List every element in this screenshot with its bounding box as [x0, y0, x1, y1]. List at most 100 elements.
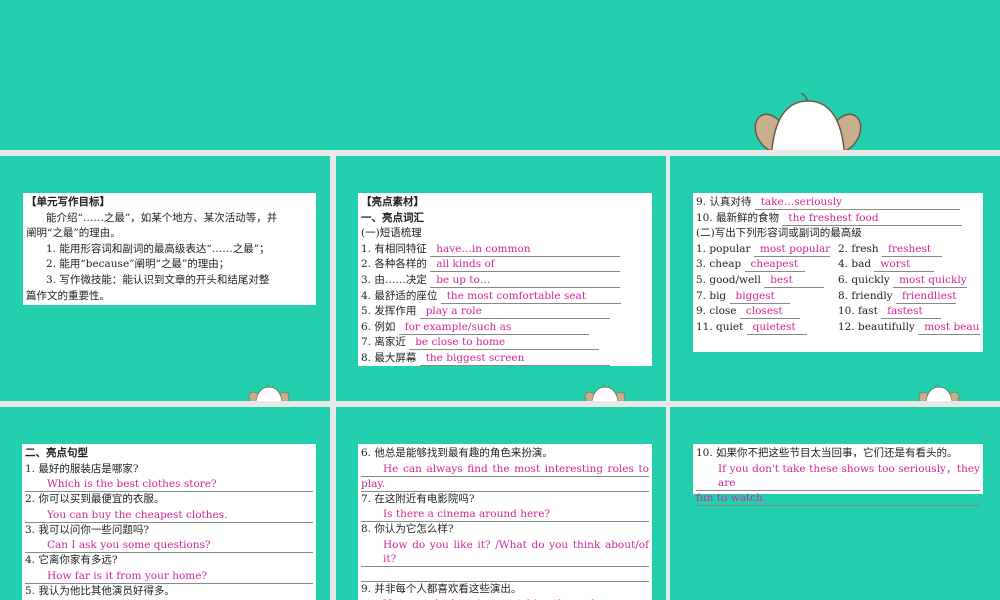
vocab-item: 1. 有相同特征 have…in common — [361, 242, 649, 258]
item-prompt: 6. quickly — [838, 273, 890, 286]
item-prompt: 11. quiet — [696, 320, 744, 333]
item-prompt: 3. cheap — [696, 258, 742, 271]
answer-blank: the biggest screen — [419, 352, 610, 366]
puppy-illustration — [584, 384, 626, 401]
item-prompt: 5. 发挥作用 — [361, 305, 417, 318]
answer-blank: take…seriously — [754, 196, 960, 210]
item-prompt: 8. 最大屏幕 — [361, 351, 417, 364]
vocab-item: 3. cheap cheapest — [696, 257, 838, 273]
vocab-item: 2. 各种各样的 all kinds of — [361, 257, 649, 273]
answer-blank: fastest — [881, 305, 942, 320]
answer-blank: play a role — [419, 305, 610, 320]
answer-text: If you don't take these shows too seriou… — [696, 462, 980, 491]
answer-blank: most popular — [753, 243, 831, 257]
goal-item: 篇作文的重要性。 — [26, 289, 110, 302]
item-prompt: 8. friendly — [838, 289, 893, 302]
sentences-box: 6. 他总是能够找到最有趣的角色来扮演。 He can always find t… — [358, 444, 652, 600]
answer-text: fun to watch. — [696, 491, 980, 506]
vocab-item: 1. popular most popular — [696, 242, 838, 258]
answer-text: You can buy the cheapest clothes. — [25, 508, 313, 523]
slide-2[interactable]: 【单元写作目标】 能介绍“……之最”，如某个地方、某次活动等，并 阐明“之最”的… — [0, 156, 330, 401]
goal-item: 2. 能用“because”阐明“之最”的理由； — [46, 258, 230, 271]
vocab-item: 10. fast fastest — [838, 304, 980, 320]
question-text: 10. 如果你不把这些节目太当回事，它们还是有看头的。 — [696, 447, 958, 459]
puppy-illustration — [248, 384, 290, 401]
answer-blank: all kinds of — [430, 258, 621, 273]
item-prompt: 9. close — [696, 305, 737, 318]
slide-4[interactable]: 9. 认真对待 take…seriously 10. 最新鲜的食物 the fre… — [670, 156, 1000, 401]
vocab-item: 9. 认真对待 take…seriously — [696, 195, 980, 211]
subsection-heading: (二)写出下列形容词或副词的最高级 — [696, 227, 862, 240]
answer-blank: best — [764, 274, 825, 288]
vocab-item: 12. beautifully most beautifully — [838, 320, 980, 336]
item-prompt: 6. 例如 — [361, 320, 396, 333]
answer-text: How far is it from your home? — [25, 569, 313, 584]
intro-text: 阐明“之最”的理由。 — [26, 227, 121, 240]
puppy-illustration — [918, 384, 960, 401]
answer-blank: be up to… — [430, 274, 621, 288]
intro-text: 能介绍“……之最”，如某个地方、某次活动等，并 — [46, 211, 278, 224]
answer-blank: quietest — [746, 321, 807, 335]
vocab-item: 11. quiet quietest — [696, 320, 838, 336]
superlatives-box: 9. 认真对待 take…seriously 10. 最新鲜的食物 the fre… — [693, 193, 983, 352]
vocab-item: 5. good/well best — [696, 273, 838, 289]
question-text: 2. 你可以买到最便宜的衣服。 — [25, 493, 165, 506]
item-prompt: 5. good/well — [696, 273, 761, 286]
slide-3[interactable]: 【亮点素材】 一、亮点词汇 (一)短语梳理 1. 有相同特征 have…in c… — [336, 156, 666, 401]
item-prompt: 10. fast — [838, 305, 878, 318]
question-text: 9. 并非每个人都喜欢看这些演出。 — [361, 582, 522, 595]
section-heading: 二、亮点句型 — [25, 447, 88, 459]
vocab-item: 6. 例如 for example/such as — [361, 320, 649, 336]
sentences-box: 10. 如果你不把这些节目太当回事，它们还是有看头的。 If you don't… — [693, 444, 983, 506]
item-prompt: 2. fresh — [838, 242, 879, 255]
answer-blank: freshest — [881, 243, 942, 257]
item-prompt: 12. beautifully — [838, 320, 915, 333]
answer-text: Which is the best clothes store? — [25, 477, 313, 493]
item-prompt: 3. 由……决定 — [361, 273, 427, 286]
answer-blank: the freshest food — [782, 212, 963, 226]
answer-text: Is there a cinema around here? — [361, 507, 649, 523]
answer-blank: have…in common — [430, 243, 621, 257]
box-title: 【亮点素材】 — [361, 196, 424, 208]
answer-text: play. — [361, 477, 649, 492]
answer-blank: worst — [874, 258, 935, 273]
vocab-item: 3. 由……决定 be up to… — [361, 273, 649, 289]
subsection-heading: (一)短语梳理 — [361, 227, 422, 240]
box-title: 【单元写作目标】 — [26, 196, 110, 208]
goal-item: 1. 能用形容词和副词的最高级表达“……之最”； — [46, 242, 270, 255]
answer-blank: friendliest — [895, 290, 957, 304]
item-prompt: 1. popular — [696, 242, 751, 255]
slide-1[interactable] — [0, 0, 1000, 150]
slide-7[interactable]: 10. 如果你不把这些节目太当回事，它们还是有看头的。 If you don't… — [670, 407, 1000, 600]
item-prompt: 4. bad — [838, 258, 872, 271]
goal-item: 3. 写作微技能：能认识到文章的开头和结尾对整 — [46, 273, 270, 286]
slide-5[interactable]: 二、亮点句型 1. 最好的服装店是哪家? Which is the best cl… — [0, 407, 330, 600]
sentences-box: 二、亮点句型 1. 最好的服装店是哪家? Which is the best cl… — [22, 444, 316, 600]
section-heading: 一、亮点词汇 — [361, 211, 424, 224]
item-prompt: 1. 有相同特征 — [361, 242, 427, 255]
slide-6[interactable]: 6. 他总是能够找到最有趣的角色来扮演。 He can always find t… — [336, 407, 666, 600]
item-prompt: 7. big — [696, 289, 727, 302]
question-text: 6. 他总是能够找到最有趣的角色来扮演。 — [361, 447, 553, 459]
vocab-item: 9. close closest — [696, 304, 838, 320]
answer-text: He can always find the most interesting … — [361, 462, 649, 477]
answer-blank: for example/such as — [398, 321, 589, 335]
answer-blank: most beautifully — [918, 321, 980, 335]
vocab-item: 6. quickly most quickly — [838, 273, 980, 289]
answer-blank: the most comfortable seat — [440, 290, 621, 304]
puppy-illustration — [752, 93, 864, 150]
answer-blank: cheapest — [744, 258, 805, 273]
answer-text — [361, 567, 649, 582]
answer-text: Can I ask you some questions? — [25, 538, 313, 554]
item-prompt: 2. 各种各样的 — [361, 258, 427, 271]
vocab-item: 2. fresh freshest — [838, 242, 980, 258]
question-text: 5. 我认为他比其他演员好得多。 — [25, 584, 175, 597]
vocab-item: 8. 最大屏幕 the biggest screen — [361, 351, 649, 367]
question-text: 7. 在这附近有电影院吗? — [361, 492, 475, 505]
question-text: 8. 你认为它怎么样? — [361, 523, 454, 536]
answer-blank: biggest — [729, 290, 790, 304]
item-prompt: 9. 认真对待 — [696, 196, 752, 208]
vocab-item: 4. 最舒适的座位 the most comfortable seat — [361, 289, 649, 305]
answer-blank: closest — [739, 305, 800, 320]
answer-blank: most quickly — [893, 274, 967, 288]
